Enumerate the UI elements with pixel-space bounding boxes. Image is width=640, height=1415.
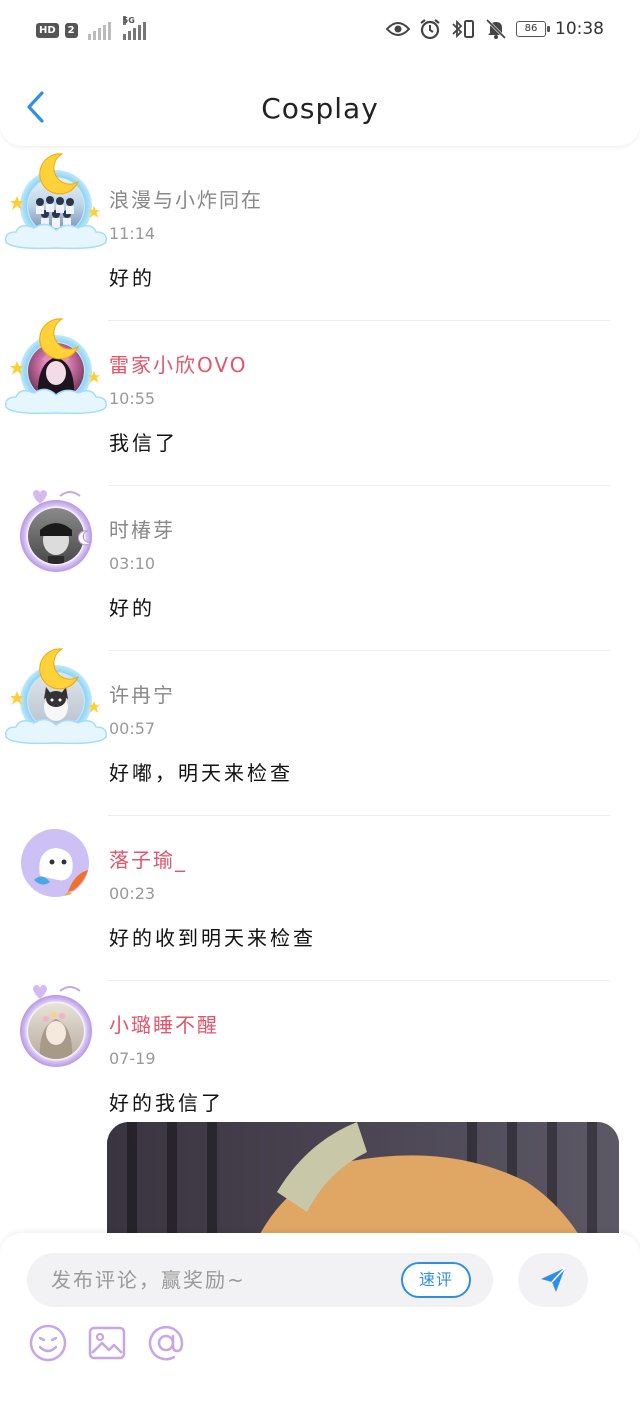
at-icon <box>148 1325 184 1361</box>
image-icon <box>88 1326 126 1360</box>
image-button[interactable] <box>87 1323 127 1363</box>
send-button[interactable] <box>518 1253 588 1307</box>
comment-item: 雷家小欣OVO 10:55 我信了 <box>0 317 640 487</box>
commenter-name[interactable]: 雷家小欣OVO <box>109 349 247 378</box>
avatar[interactable] <box>4 153 108 250</box>
comment-time: 00:23 <box>109 884 156 903</box>
moon-frame-icon <box>39 648 80 690</box>
heart-frame-icon <box>33 985 81 999</box>
mute-icon <box>485 18 507 40</box>
comment-text[interactable]: 好嘟，明天来检查 <box>109 757 293 786</box>
signal-icon <box>87 20 111 40</box>
avatar[interactable] <box>4 648 108 745</box>
comment-item: 浪漫与小炸同在 11:14 好的 <box>0 152 640 322</box>
comment-text[interactable]: 好的我信了 <box>109 1087 224 1116</box>
network-label: 5G <box>122 16 135 25</box>
star-icon <box>88 206 100 218</box>
comment-time: 00:57 <box>109 719 156 738</box>
mention-button[interactable] <box>146 1323 186 1363</box>
comment-item: 落子瑜_ 00:23 好的收到明天来检查 <box>0 812 640 982</box>
signal-5g-icon: 5G <box>122 16 146 40</box>
star-icon <box>88 701 100 713</box>
send-icon <box>541 1267 566 1292</box>
koi-fish-icon <box>64 870 88 896</box>
cloud-frame-icon <box>4 223 108 250</box>
status-left: HD 2 5G <box>36 16 146 40</box>
commenter-name[interactable]: 小璐睡不醒 <box>109 1009 219 1038</box>
commenter-name[interactable]: 落子瑜_ <box>109 844 187 873</box>
comment-text[interactable]: 好的 <box>109 592 155 621</box>
clock: 10:38 <box>555 19 604 39</box>
emoji-icon <box>29 1324 67 1362</box>
comment-text[interactable]: 好的收到明天来检查 <box>109 922 316 951</box>
avatar[interactable] <box>18 490 94 572</box>
moon-frame-icon <box>39 153 80 195</box>
star-icon <box>10 361 24 375</box>
avatar[interactable] <box>4 318 108 415</box>
comment-time: 11:14 <box>109 224 156 243</box>
comment-text[interactable]: 我信了 <box>109 427 178 456</box>
avatar[interactable] <box>18 985 94 1067</box>
commenter-name[interactable]: 时椿芽 <box>109 514 175 543</box>
cloud-frame-icon <box>4 388 108 415</box>
bluetooth-vibrate-icon <box>452 19 474 39</box>
comment-item: 时椿芽 03:10 好的 <box>0 482 640 652</box>
alarm-icon <box>420 19 440 40</box>
moon-frame-icon <box>39 318 80 360</box>
comment-time: 10:55 <box>109 389 156 408</box>
eye-icon <box>386 22 410 36</box>
comment-item: 许冉宁 00:57 好嘟，明天来检查 <box>0 647 640 817</box>
comment-time: 07-19 <box>109 1049 156 1068</box>
commenter-name[interactable]: 许冉宁 <box>109 679 175 708</box>
battery-level: 86 <box>524 23 538 34</box>
comment-text[interactable]: 好的 <box>109 262 155 291</box>
status-right: 86 10:38 <box>386 18 604 40</box>
comment-input[interactable]: 发布评论，赢奖励~ 速评 <box>27 1253 493 1307</box>
emoji-button[interactable] <box>28 1323 68 1363</box>
hd-badge: HD <box>36 22 59 38</box>
heart-frame-icon <box>33 490 81 504</box>
moon-small-icon <box>78 530 92 546</box>
comment-composer: 发布评论，赢奖励~ 速评 <box>0 1233 640 1415</box>
cloud-frame-icon <box>4 718 108 745</box>
page-title: Cosplay <box>261 92 379 125</box>
sim-slot-badge: 2 <box>64 22 78 38</box>
commenter-name[interactable]: 浪漫与小炸同在 <box>109 184 263 213</box>
star-icon <box>88 371 100 383</box>
comment-item: 小璐睡不醒 07-19 好的我信了 <box>0 977 640 1127</box>
comment-input-placeholder: 发布评论，赢奖励~ <box>51 1268 246 1292</box>
star-icon <box>10 196 24 210</box>
battery-icon: 86 <box>516 21 550 37</box>
star-icon <box>10 691 24 705</box>
quick-comment-button[interactable]: 速评 <box>401 1262 471 1298</box>
comment-time: 03:10 <box>109 554 156 573</box>
status-bar: HD 2 5G 86 10:38 <box>0 0 640 64</box>
avatar[interactable] <box>18 826 94 902</box>
top-bar: Cosplay <box>0 64 640 146</box>
